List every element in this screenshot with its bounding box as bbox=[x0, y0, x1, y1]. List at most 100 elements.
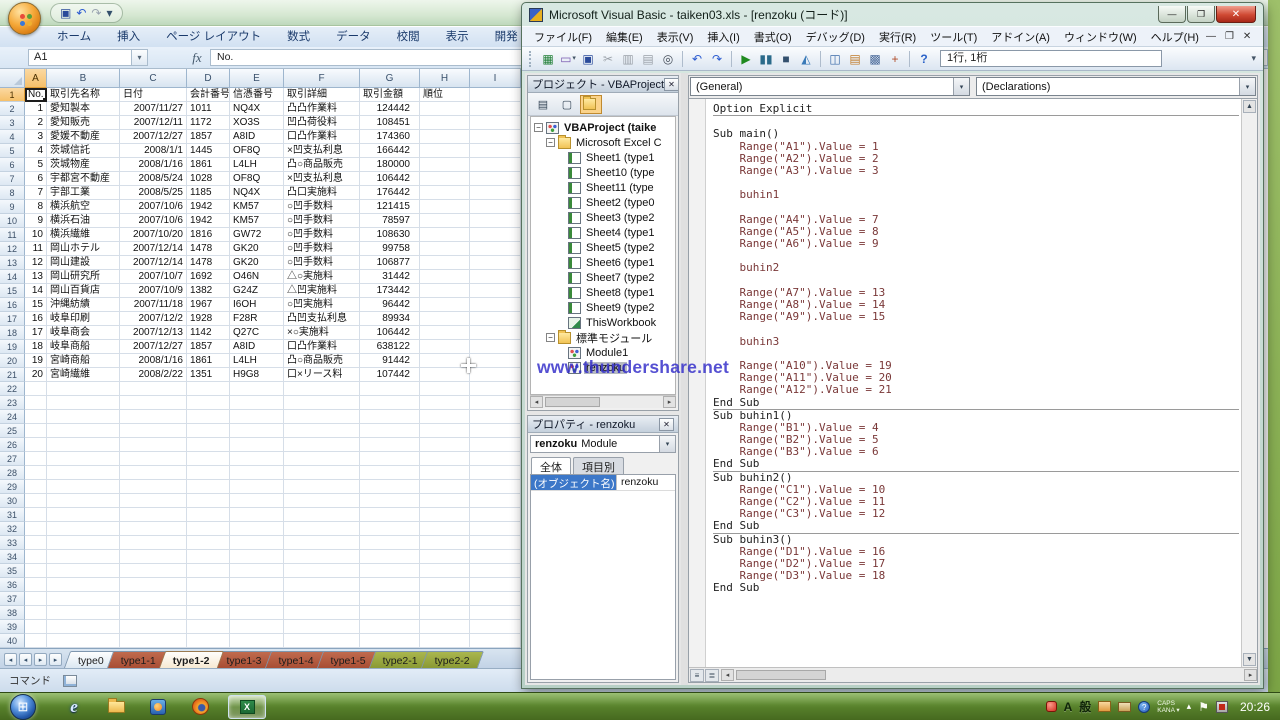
cell-H2[interactable] bbox=[420, 102, 470, 116]
cell-A33[interactable] bbox=[25, 536, 47, 550]
cell-B9[interactable]: 横浜航空 bbox=[47, 200, 120, 214]
cell-E5[interactable]: OF8Q bbox=[230, 144, 284, 158]
cell-D11[interactable]: 1816 bbox=[187, 228, 230, 242]
cell-G28[interactable] bbox=[360, 466, 420, 480]
close-properties-panel-button[interactable]: ✕ bbox=[659, 418, 674, 431]
scroll-thumb[interactable] bbox=[545, 397, 600, 407]
menu-アドイン(A)[interactable]: アドイン(A) bbox=[984, 27, 1057, 47]
cell-H24[interactable] bbox=[420, 410, 470, 424]
cell-B34[interactable] bbox=[47, 550, 120, 564]
row-header-4[interactable]: 4 bbox=[0, 130, 25, 144]
row-header-33[interactable]: 33 bbox=[0, 536, 25, 550]
cell-C8[interactable]: 2008/5/25 bbox=[120, 186, 187, 200]
tree-item-Sheet6 (type1[interactable]: Sheet6 (type1 bbox=[534, 255, 675, 270]
cell-H36[interactable] bbox=[420, 578, 470, 592]
cell-C9[interactable]: 2007/10/6 bbox=[120, 200, 187, 214]
row-header-2[interactable]: 2 bbox=[0, 102, 25, 116]
ribbon-tab-数式[interactable]: 数式 bbox=[274, 25, 323, 47]
cell-I34[interactable] bbox=[470, 550, 521, 564]
sheet-tab-type1-1[interactable]: type1-1 bbox=[110, 651, 167, 668]
column-header-I[interactable]: I bbox=[470, 69, 521, 88]
cell-F29[interactable] bbox=[284, 480, 360, 494]
qat-customize-icon[interactable]: ▾ bbox=[106, 7, 112, 19]
cell-H14[interactable] bbox=[420, 270, 470, 284]
code-line[interactable]: Range("A9").Value = 15 bbox=[713, 311, 1239, 323]
cell-B3[interactable]: 愛知販売 bbox=[47, 116, 120, 130]
last-sheet-button[interactable]: ▸ bbox=[49, 653, 62, 666]
cell-A7[interactable]: 6 bbox=[25, 172, 47, 186]
row-header-34[interactable]: 34 bbox=[0, 550, 25, 564]
row-header-19[interactable]: 19 bbox=[0, 340, 25, 354]
cell-G23[interactable] bbox=[360, 396, 420, 410]
code-line[interactable] bbox=[713, 202, 1239, 214]
code-line[interactable]: End Sub bbox=[713, 397, 1239, 409]
cell-E9[interactable]: KM57 bbox=[230, 200, 284, 214]
scroll-left-icon[interactable]: ◂ bbox=[530, 396, 543, 408]
cell-G35[interactable] bbox=[360, 564, 420, 578]
cell-E10[interactable]: KM57 bbox=[230, 214, 284, 228]
cell-A30[interactable] bbox=[25, 494, 47, 508]
tree-root-vbaproject[interactable]: −VBAProject (taike bbox=[534, 120, 675, 135]
break-icon[interactable]: ▮▮ bbox=[757, 50, 775, 68]
cell-D5[interactable]: 1445 bbox=[187, 144, 230, 158]
ime-dictionary-icon[interactable] bbox=[1118, 702, 1131, 712]
cell-I4[interactable] bbox=[470, 130, 521, 144]
cell-C17[interactable]: 2007/12/2 bbox=[120, 312, 187, 326]
first-sheet-button[interactable]: ◂ bbox=[4, 653, 17, 666]
cell-H22[interactable] bbox=[420, 382, 470, 396]
cell-C20[interactable]: 2008/1/16 bbox=[120, 354, 187, 368]
cell-G38[interactable] bbox=[360, 606, 420, 620]
cell-F15[interactable]: △凹実施料 bbox=[284, 284, 360, 298]
column-header-H[interactable]: H bbox=[420, 69, 470, 88]
cell-G26[interactable] bbox=[360, 438, 420, 452]
cell-B11[interactable]: 横浜繊維 bbox=[47, 228, 120, 242]
cell-A13[interactable]: 12 bbox=[25, 256, 47, 270]
cell-I12[interactable] bbox=[470, 242, 521, 256]
column-header-B[interactable]: B bbox=[47, 69, 120, 88]
cell-C6[interactable]: 2008/1/16 bbox=[120, 158, 187, 172]
row-header-38[interactable]: 38 bbox=[0, 606, 25, 620]
cell-F40[interactable] bbox=[284, 634, 360, 648]
cell-F20[interactable]: 凸○商品販売 bbox=[284, 354, 360, 368]
cell-F38[interactable] bbox=[284, 606, 360, 620]
cell-H17[interactable] bbox=[420, 312, 470, 326]
cell-G21[interactable]: 107442 bbox=[360, 368, 420, 382]
cell-G11[interactable]: 108630 bbox=[360, 228, 420, 242]
cell-C24[interactable] bbox=[120, 410, 187, 424]
cell-I18[interactable] bbox=[470, 326, 521, 340]
toggle-folders-icon[interactable] bbox=[580, 95, 602, 114]
cell-A37[interactable] bbox=[25, 592, 47, 606]
dropdown-arrow-icon[interactable]: ▾ bbox=[1239, 78, 1255, 95]
cell-C25[interactable] bbox=[120, 424, 187, 438]
tree-item-Sheet4 (type1[interactable]: Sheet4 (type1 bbox=[534, 225, 675, 240]
cell-I6[interactable] bbox=[470, 158, 521, 172]
cell-F28[interactable] bbox=[284, 466, 360, 480]
cell-D14[interactable]: 1692 bbox=[187, 270, 230, 284]
cell-E19[interactable]: A8ID bbox=[230, 340, 284, 354]
code-line[interactable] bbox=[713, 323, 1239, 335]
cell-C32[interactable] bbox=[120, 522, 187, 536]
menu-書式(O)[interactable]: 書式(O) bbox=[747, 27, 799, 47]
restore-button[interactable]: ❐ bbox=[1187, 6, 1215, 23]
row-header-24[interactable]: 24 bbox=[0, 410, 25, 424]
cell-H28[interactable] bbox=[420, 466, 470, 480]
tree-item-ThisWorkbook[interactable]: ThisWorkbook bbox=[534, 315, 675, 330]
cell-E26[interactable] bbox=[230, 438, 284, 452]
cell-A38[interactable] bbox=[25, 606, 47, 620]
cell-A31[interactable] bbox=[25, 508, 47, 522]
cell-F39[interactable] bbox=[284, 620, 360, 634]
cell-E17[interactable]: F28R bbox=[230, 312, 284, 326]
office-button[interactable] bbox=[8, 2, 41, 35]
code-line[interactable]: buhin3 bbox=[713, 336, 1239, 348]
cell-D27[interactable] bbox=[187, 452, 230, 466]
cell-D7[interactable]: 1028 bbox=[187, 172, 230, 186]
cell-D33[interactable] bbox=[187, 536, 230, 550]
collapse-toggle-icon[interactable]: − bbox=[534, 123, 543, 132]
cell-C15[interactable]: 2007/10/9 bbox=[120, 284, 187, 298]
cell-C13[interactable]: 2007/12/14 bbox=[120, 256, 187, 270]
row-header-39[interactable]: 39 bbox=[0, 620, 25, 634]
ribbon-tab-ホーム[interactable]: ホーム bbox=[44, 25, 104, 47]
tree-item-Sheet9 (type2[interactable]: Sheet9 (type2 bbox=[534, 300, 675, 315]
cell-E40[interactable] bbox=[230, 634, 284, 648]
row-header-36[interactable]: 36 bbox=[0, 578, 25, 592]
